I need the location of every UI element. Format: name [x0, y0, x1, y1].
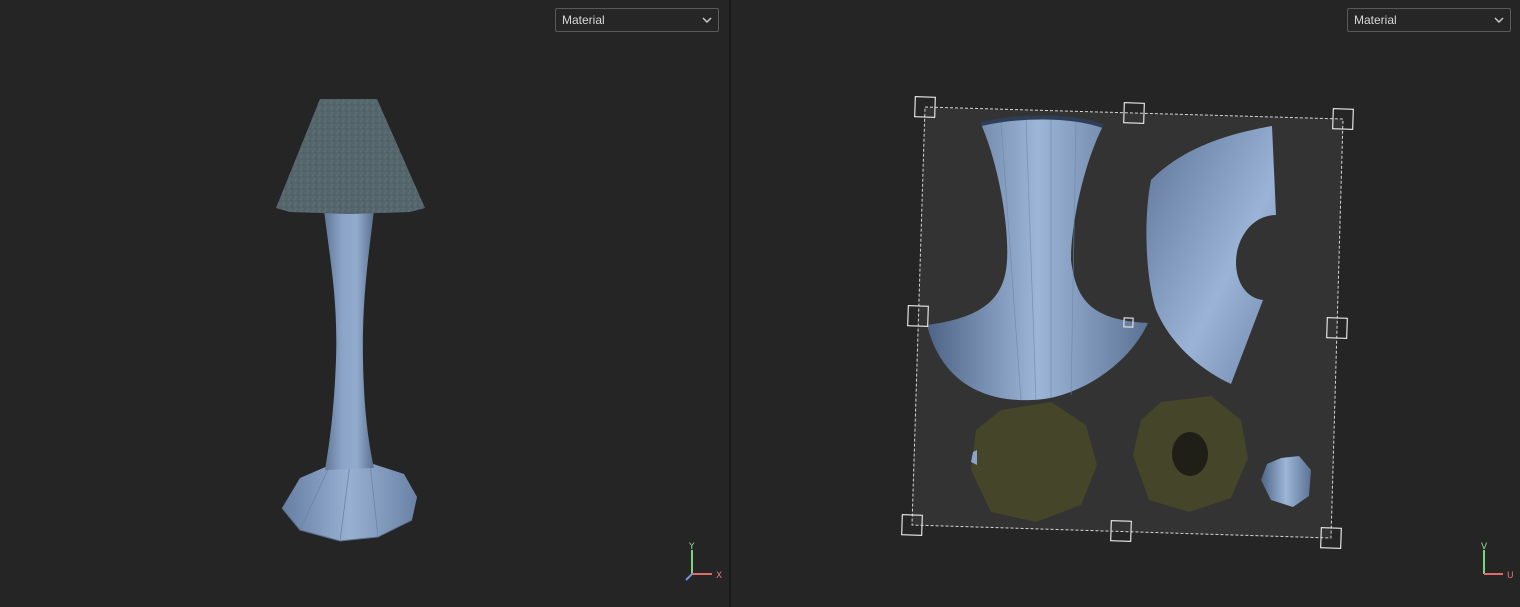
axis-x-label: X	[716, 571, 722, 581]
chevron-down-icon	[1494, 17, 1504, 23]
lamp-stem	[324, 210, 374, 470]
axis-u-label: U	[1507, 571, 1514, 581]
uv-axis-gizmo-icon: V U	[1481, 542, 1514, 581]
uv-island-ring-hole	[1172, 432, 1208, 476]
axis-y-label: Y	[688, 542, 695, 552]
shading-mode-label: Material	[562, 13, 605, 27]
axis-v-label: V	[1481, 542, 1488, 552]
uv-island-cap	[971, 402, 1097, 522]
shading-mode-dropdown[interactable]: Material	[555, 8, 719, 32]
chevron-down-icon	[702, 17, 712, 23]
lamp-3d-model[interactable]	[0, 0, 729, 607]
uv-shading-mode-dropdown[interactable]: Material	[1347, 8, 1511, 32]
viewport-3d[interactable]: Material Y X	[0, 0, 729, 607]
uv-canvas[interactable]	[731, 0, 1520, 607]
lamp-base	[282, 463, 417, 541]
viewport-uv[interactable]: Material V U	[731, 0, 1520, 607]
uv-shading-mode-label: Material	[1354, 13, 1397, 27]
axis-gizmo-icon: Y X	[685, 542, 722, 581]
